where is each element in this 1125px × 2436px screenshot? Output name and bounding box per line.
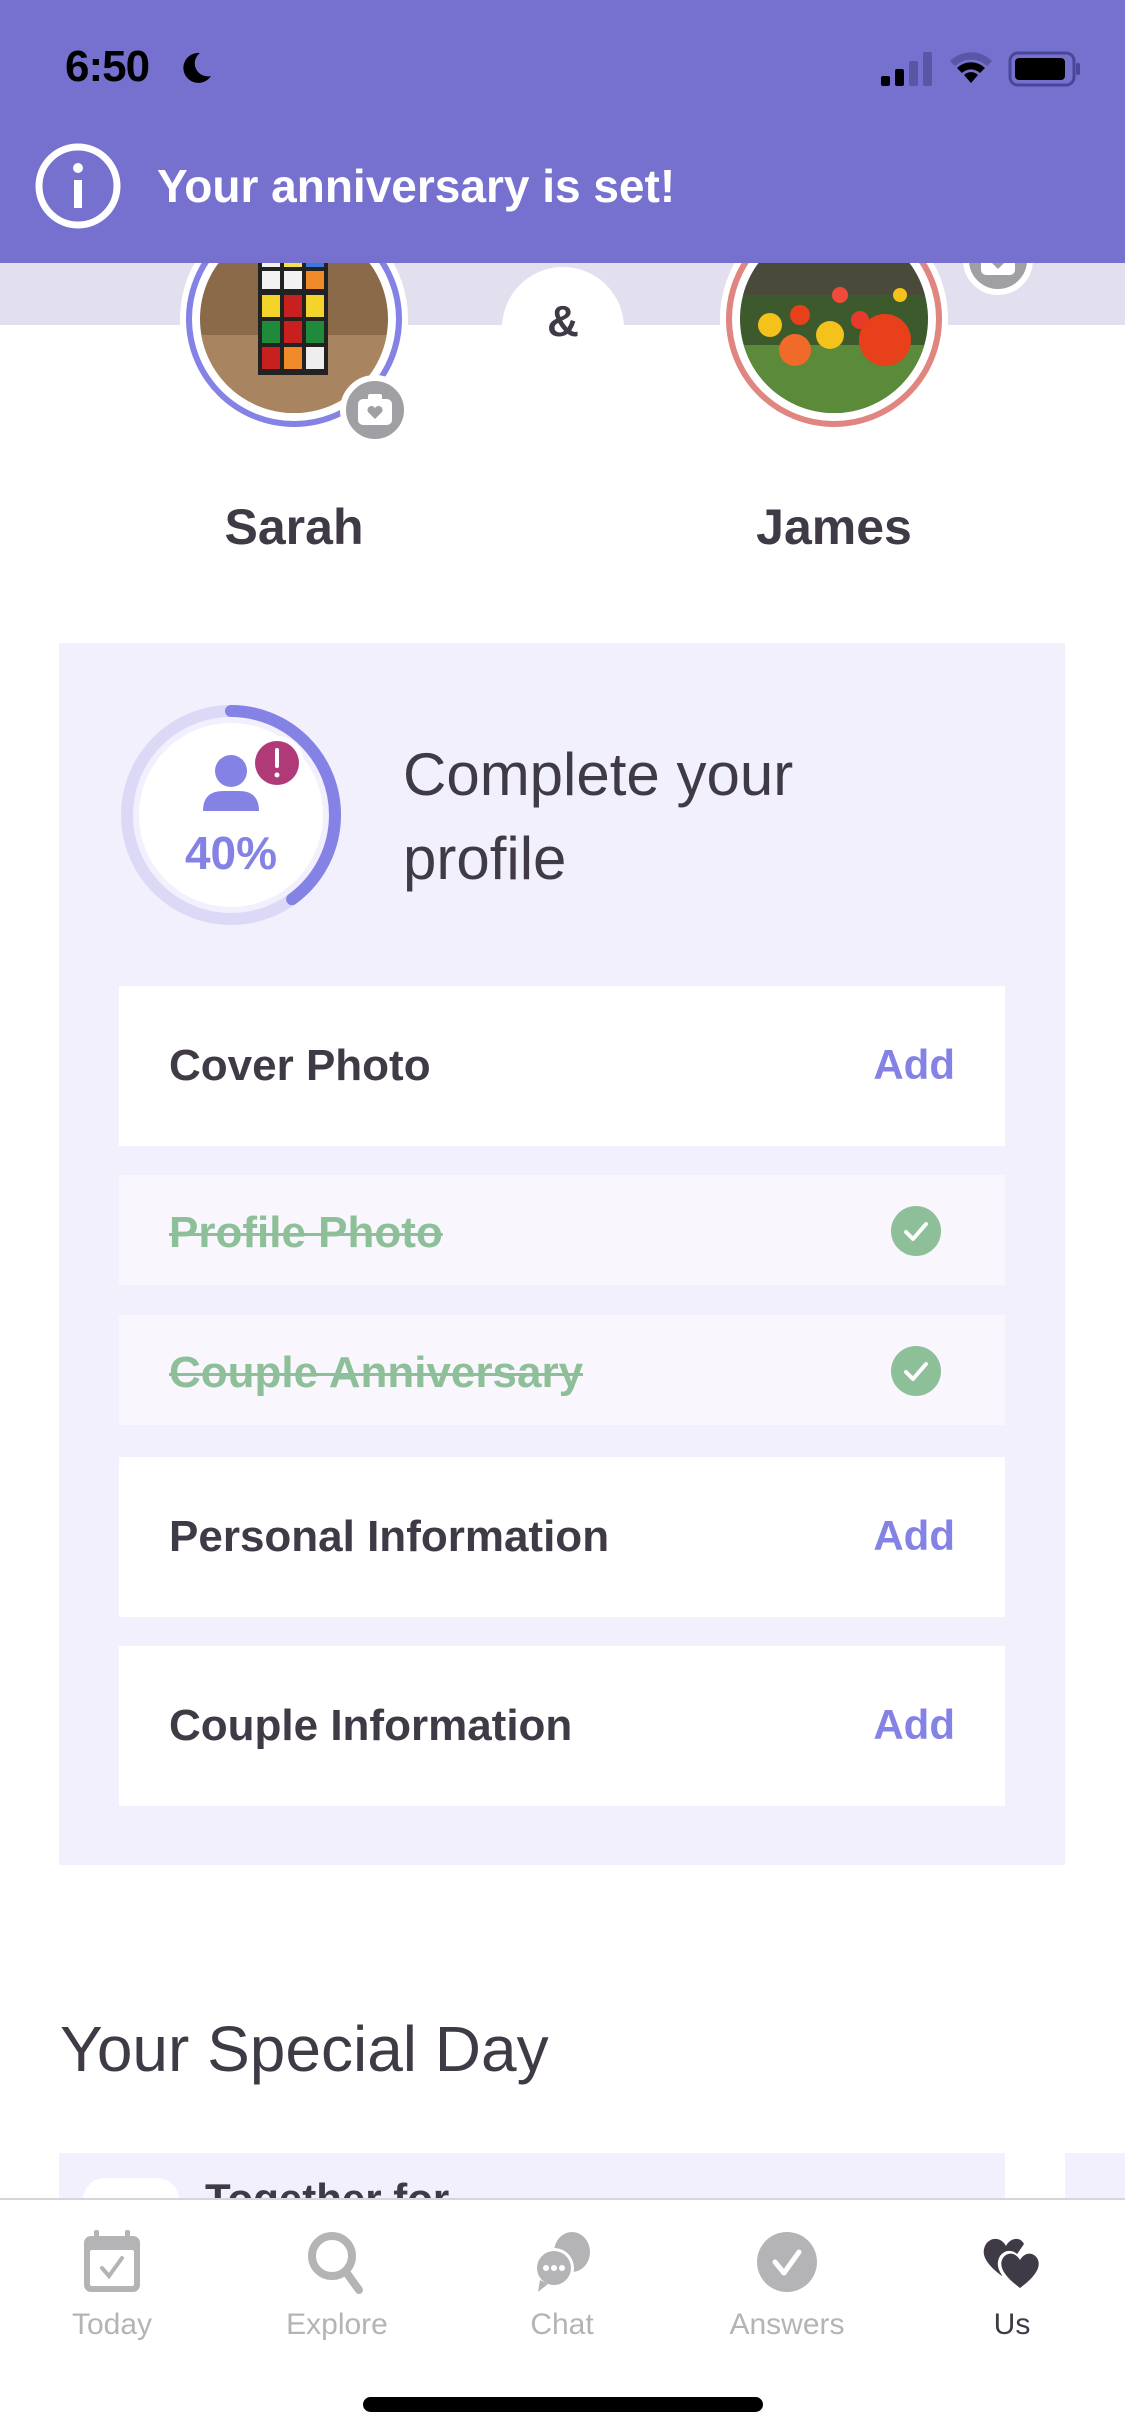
wifi-icon xyxy=(950,52,992,83)
partner-name-sarah: Sarah xyxy=(224,499,364,555)
item-label: Couple Anniversary xyxy=(169,1348,584,1397)
add-cover-photo-button[interactable]: Add xyxy=(873,1041,955,1089)
tab-label: Us xyxy=(993,2308,1031,2341)
tab-today[interactable]: Today xyxy=(32,2228,192,2348)
partner-name-james: James xyxy=(756,499,912,555)
home-indicator[interactable] xyxy=(363,2397,763,2412)
search-icon xyxy=(308,2232,363,2294)
section-title-special-day: Your Special Day xyxy=(60,2013,549,2085)
check-circle-icon xyxy=(757,2232,817,2292)
camera-heart-icon xyxy=(358,394,392,425)
profile-completion-card: 40% Complete your profile Cover Photo Ad… xyxy=(59,643,1065,1865)
checklist-item-cover-photo[interactable]: Cover Photo Add xyxy=(119,986,1005,1146)
ampersand-badge: & xyxy=(502,267,624,389)
ampersand-label: & xyxy=(547,297,579,346)
battery-icon xyxy=(1008,51,1080,87)
calendar-check-icon xyxy=(84,2230,140,2292)
checklist-item-personal-information[interactable]: Personal Information Add xyxy=(119,1457,1005,1617)
do-not-disturb-moon-icon xyxy=(183,52,211,83)
add-couple-information-button[interactable]: Add xyxy=(873,1701,955,1749)
change-photo-button-sarah[interactable] xyxy=(340,375,410,445)
info-icon xyxy=(35,143,121,229)
card-title: Complete your profile xyxy=(403,741,794,892)
check-circle-icon xyxy=(891,1206,941,1256)
tab-answers[interactable]: Answers xyxy=(707,2228,867,2348)
cellular-signal-icon xyxy=(881,52,932,86)
checklist-item-couple-anniversary: Couple Anniversary xyxy=(119,1315,1005,1425)
tab-chat[interactable]: Chat xyxy=(482,2228,642,2348)
notification-banner[interactable]: 6:50 Your anniversary is set! xyxy=(0,0,1125,263)
tab-us[interactable]: Us xyxy=(932,2228,1092,2348)
check-circle-icon xyxy=(891,1346,941,1396)
add-personal-information-button[interactable]: Add xyxy=(873,1512,955,1560)
profile-progress-ring xyxy=(121,705,341,925)
checklist-item-couple-information[interactable]: Couple Information Add xyxy=(119,1646,1005,1806)
tab-label: Chat xyxy=(530,2308,594,2341)
item-label: Couple Information xyxy=(169,1701,573,1750)
tab-explore[interactable]: Explore xyxy=(257,2228,417,2348)
tab-label: Explore xyxy=(286,2308,388,2341)
tab-label: Answers xyxy=(729,2308,845,2341)
tab-label: Today xyxy=(71,2308,153,2341)
item-label: Profile Photo xyxy=(169,1208,443,1257)
item-label: Cover Photo xyxy=(169,1041,431,1090)
status-time: 6:50 xyxy=(65,42,150,91)
chat-bubbles-icon xyxy=(534,2232,590,2292)
progress-percent: 40% xyxy=(184,827,278,879)
hearts-icon xyxy=(983,2238,1043,2292)
alert-badge-icon xyxy=(250,736,304,790)
item-label: Personal Information xyxy=(169,1512,610,1561)
checklist-item-profile-photo: Profile Photo xyxy=(119,1175,1005,1285)
banner-message: Your anniversary is set! xyxy=(157,160,676,212)
us-screen: & Sarah James 6:50 Your anniversary is s… xyxy=(0,0,1125,2436)
